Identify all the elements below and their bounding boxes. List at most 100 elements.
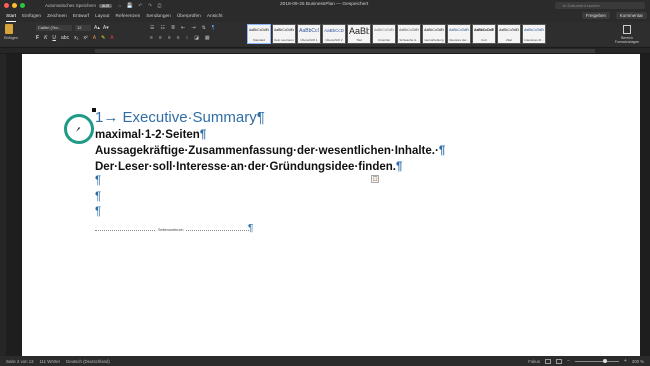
tab-referenzen[interactable]: Referenzen <box>115 11 140 22</box>
zoom-level[interactable]: 200 % <box>632 359 644 364</box>
print-layout-icon[interactable] <box>544 358 551 364</box>
paste-label: Einfügen <box>4 36 18 40</box>
heading-number: 1 <box>95 109 104 126</box>
focus-button[interactable]: Fokus <box>528 359 540 364</box>
multilevel-list-icon[interactable]: ≣ <box>171 25 175 31</box>
style-kein-leerraum[interactable]: AaBbCcDdEe Kein Leerraum <box>272 24 296 44</box>
heading-text: Executive·Summary <box>122 109 257 126</box>
tab-einfuegen[interactable]: Einfügen <box>22 11 41 22</box>
style-name: Titel <box>356 38 362 42</box>
quick-access-icons[interactable]: ⌂ 💾 ↶ ↷ ⎙ <box>118 3 163 9</box>
justify-icon[interactable]: ≡ <box>177 35 180 41</box>
styles-pane-label: Bereich Formatvorlagen <box>614 36 640 44</box>
sort-icon[interactable]: ⇅ <box>202 25 206 31</box>
page-break-label: Seitenumbruch <box>156 228 186 232</box>
style-standard[interactable]: AaBbCcDdEe Standard <box>247 24 271 44</box>
borders-icon[interactable]: ▦ <box>205 35 210 41</box>
style-titel[interactable]: AaBbI Titel <box>347 24 371 44</box>
style-intensive-hervorhebung[interactable]: AaBbCcDdEe Intensive Her... <box>447 24 471 44</box>
font-size-select[interactable]: 12 <box>75 25 91 31</box>
line-spacing-icon[interactable]: ↕ <box>186 35 189 41</box>
style-ueberschrift-1[interactable]: AaBbCcI Überschrift 1 <box>297 24 321 44</box>
document-page[interactable]: 1→ Executive·Summary¶ maximal·1-2·Seiten… <box>22 54 640 356</box>
style-intensives-zitat[interactable]: AaBbCcDdEe Intensives Zi... <box>522 24 546 44</box>
tab-zeichnen[interactable]: Zeichnen <box>47 11 67 22</box>
text-effects-icon[interactable]: A <box>93 35 96 41</box>
style-fett[interactable]: AaBbCcDdEe Fett <box>472 24 496 44</box>
paste-options-icon[interactable]: 📋 <box>371 175 379 183</box>
clipboard-icon <box>5 24 13 34</box>
font-controls: Calibri (Tex... 12 A▴ A▾ <box>36 25 109 31</box>
align-left-icon[interactable]: ≡ <box>150 35 153 41</box>
autosave-toggle[interactable]: AUS <box>99 3 113 8</box>
close-window-button[interactable] <box>4 3 9 8</box>
font-color-icon[interactable]: A <box>110 35 113 41</box>
paragraph-line[interactable]: Der·Leser·soll·Interesse·an·der·Gründung… <box>95 161 402 173</box>
comments-button[interactable]: Kommentar <box>615 12 647 19</box>
style-hervorhebung[interactable]: AaBbCcDdEe Hervorhebung <box>422 24 446 44</box>
zoom-slider[interactable] <box>574 358 619 363</box>
window-controls <box>4 3 25 8</box>
style-name: Intensives Zi... <box>524 38 544 42</box>
page-count[interactable]: Seite 2 von 13 <box>6 359 33 364</box>
style-name: Standard <box>252 38 266 42</box>
tab-sendungen[interactable]: Sendungen <box>146 11 171 22</box>
search-input[interactable]: In Dokument suchen <box>555 2 645 9</box>
italic-icon[interactable]: K <box>44 35 47 41</box>
style-zitat[interactable]: AaBbCcDdEe Zitat <box>497 24 521 44</box>
paragraph-line[interactable]: Aussagekräftige·Zusammenfassung·der·wese… <box>95 145 445 157</box>
increase-indent-icon[interactable]: ⇥ <box>191 25 195 31</box>
word-count[interactable]: 111 Wörter <box>39 359 60 364</box>
decrease-indent-icon[interactable]: ⇤ <box>181 25 185 31</box>
zoom-in-icon[interactable]: + <box>624 358 627 364</box>
document-title: 2018-09-25 BusinessPlan — Gespeichert <box>280 2 369 7</box>
style-name: Intensive Her... <box>448 38 469 42</box>
superscript-icon[interactable]: x² <box>84 35 88 41</box>
tab-entwurf[interactable]: Entwurf <box>73 11 89 22</box>
language-indicator[interactable]: Deutsch (Deutschland) <box>66 359 110 364</box>
align-center-icon[interactable]: ≡ <box>159 35 162 41</box>
tab-start[interactable]: Start <box>6 11 17 22</box>
show-formatting-icon[interactable]: ¶ <box>212 25 215 31</box>
autosave-label: Automatisches Speichern <box>45 3 97 8</box>
status-bar: Seite 2 von 13 111 Wörter Deutsch (Deuts… <box>0 356 650 366</box>
zoom-window-button[interactable] <box>20 3 25 8</box>
zoom-slider-knob[interactable] <box>602 358 607 363</box>
pilcrow: ¶ <box>256 109 265 126</box>
align-right-icon[interactable]: ≡ <box>168 35 171 41</box>
style-schwache-hervorhebung[interactable]: AaBbCcDdEe Schwache H... <box>397 24 421 44</box>
web-layout-icon[interactable] <box>555 358 562 364</box>
strikethrough-icon[interactable]: abc <box>61 35 69 41</box>
tab-ansicht[interactable]: Ansicht <box>207 11 223 22</box>
shrink-font-icon[interactable]: A▾ <box>103 25 109 31</box>
empty-paragraph[interactable]: ¶ <box>95 175 101 187</box>
zoom-out-icon[interactable]: − <box>567 358 570 364</box>
styles-pane-button[interactable]: Bereich Formatvorlagen <box>612 25 642 44</box>
paragraph-line[interactable]: maximal·1-2·Seiten¶ <box>95 129 206 141</box>
style-sample: AaBbCcDdEe <box>249 28 269 32</box>
numbering-icon[interactable]: ☷ <box>160 25 164 31</box>
highlight-color-icon[interactable]: ✎ <box>101 35 105 41</box>
bold-icon[interactable]: F <box>36 35 39 41</box>
underline-icon[interactable]: U <box>52 35 56 41</box>
style-untertitel[interactable]: AaBbCcDdEe Untertitel <box>372 24 396 44</box>
empty-paragraph[interactable]: ¶ <box>95 206 101 218</box>
font-name-select[interactable]: Calibri (Tex... <box>36 25 72 31</box>
share-button[interactable]: Freigeben <box>581 12 610 19</box>
shading-icon[interactable]: ◪ <box>194 35 199 41</box>
style-name: Schwache H... <box>399 38 419 42</box>
style-sample: AaBbCcDdEe <box>499 28 519 32</box>
paragraph-text: Aussagekräftige·Zusammenfassung·der·wese… <box>95 145 439 157</box>
pilcrow: ¶ <box>199 129 207 141</box>
style-ueberschrift-2[interactable]: AaBbCcD Überschrift 2 <box>322 24 346 44</box>
tab-layout[interactable]: Layout <box>95 11 109 22</box>
tab-ueberpruefen[interactable]: Überprüfen <box>177 11 201 22</box>
empty-paragraph[interactable]: ¶ <box>95 191 101 203</box>
bullets-icon[interactable]: ☰ <box>150 25 154 31</box>
paste-button[interactable]: Einfügen <box>4 24 18 40</box>
minimize-window-button[interactable] <box>12 3 17 8</box>
heading-1[interactable]: 1→ Executive·Summary¶ <box>95 109 265 126</box>
subscript-icon[interactable]: x₂ <box>74 35 78 41</box>
grow-font-icon[interactable]: A▴ <box>94 25 100 31</box>
style-name: Hervorhebung <box>424 38 444 42</box>
